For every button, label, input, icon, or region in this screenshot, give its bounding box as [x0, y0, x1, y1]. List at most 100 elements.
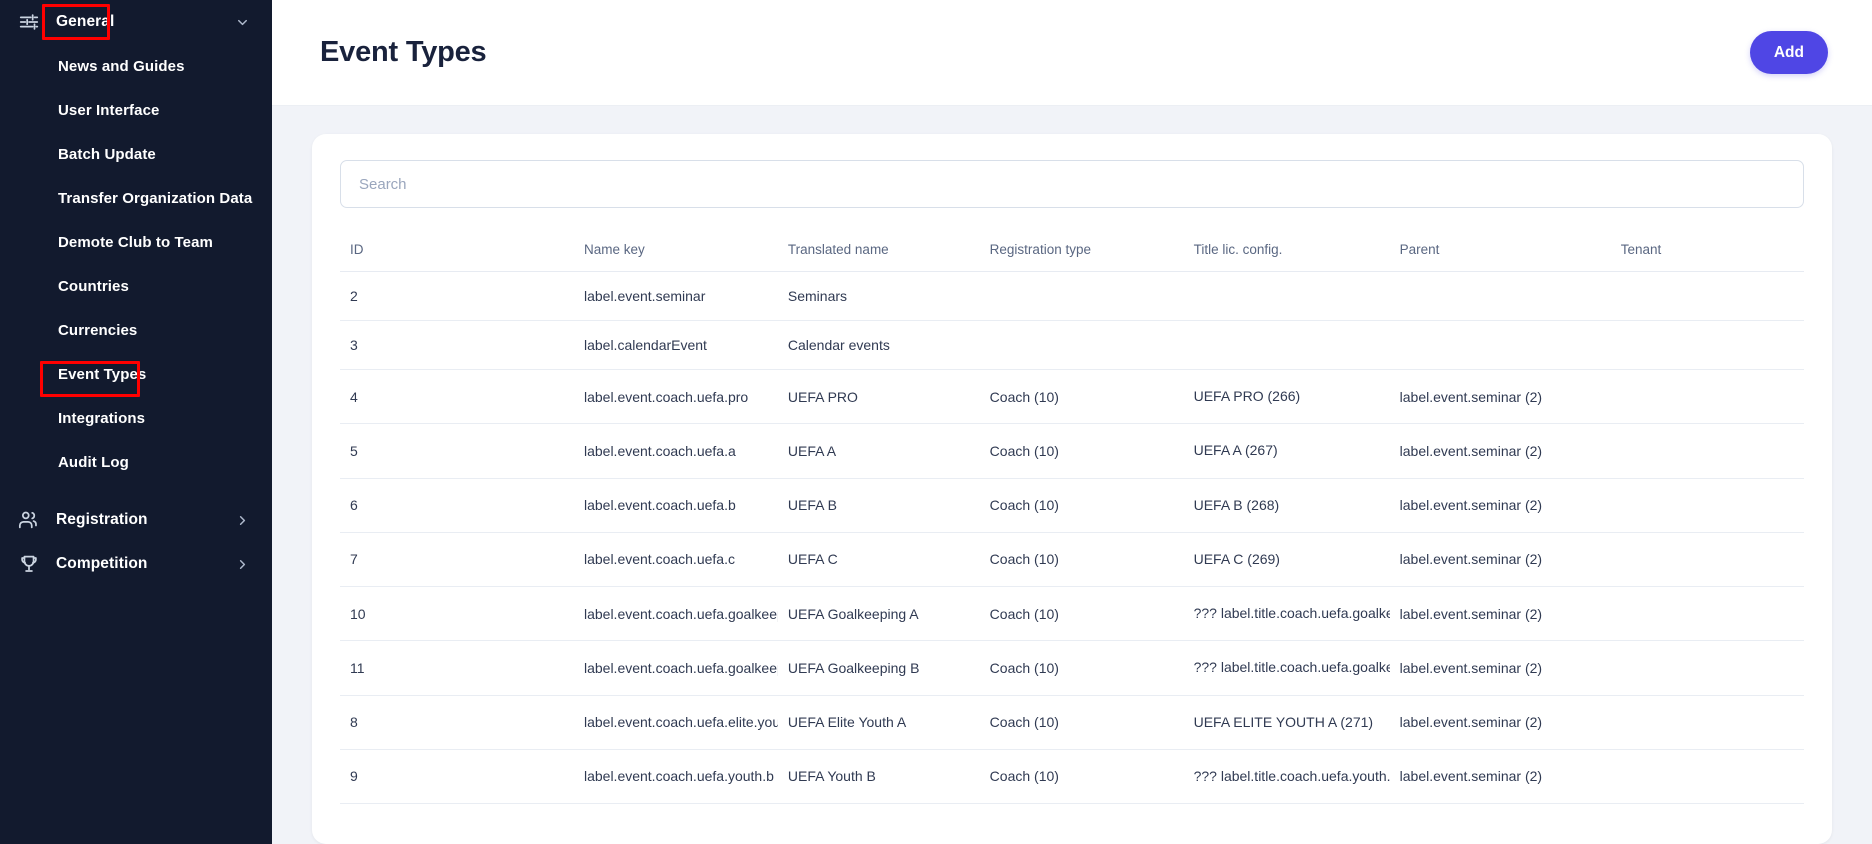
cell-id: 11: [340, 641, 574, 695]
cell-name-key: label.event.coach.uefa.pro: [574, 370, 778, 424]
table-row[interactable]: 9 label.event.coach.uefa.youth.b UEFA Yo…: [340, 749, 1804, 803]
event-types-table: ID Name key Translated name Registration…: [340, 230, 1804, 804]
cell-tenant: [1611, 370, 1804, 424]
table-row[interactable]: 4 label.event.coach.uefa.pro UEFA PRO Co…: [340, 370, 1804, 424]
cell-tenant: [1611, 749, 1804, 803]
cell-parent: [1390, 321, 1611, 370]
cell-parent: [1390, 272, 1611, 321]
cell-parent: label.event.seminar (2): [1390, 749, 1611, 803]
cell-title-lic-config: UEFA PRO (266): [1184, 370, 1390, 424]
sidebar-item-label: Audit Log: [58, 454, 129, 471]
table-header-row: ID Name key Translated name Registration…: [340, 230, 1804, 272]
cell-tenant: [1611, 587, 1804, 641]
sidebar-item-label: Transfer Organization Data: [58, 190, 252, 207]
cell-name-key: label.event.coach.uefa.c: [574, 532, 778, 586]
cell-id: 8: [340, 695, 574, 749]
column-header-tenant[interactable]: Tenant: [1611, 230, 1804, 272]
topbar-actions: Add: [1750, 31, 1828, 74]
cell-id: 3: [340, 321, 574, 370]
cell-translated-name: Seminars: [778, 272, 980, 321]
cell-tenant: [1611, 424, 1804, 478]
cell-name-key: label.event.coach.uefa.goalkeeping.b: [574, 641, 778, 695]
cell-registration-type: Coach (10): [980, 641, 1184, 695]
cell-translated-name: UEFA A: [778, 424, 980, 478]
table-row[interactable]: 5 label.event.coach.uefa.a UEFA A Coach …: [340, 424, 1804, 478]
cell-name-key: label.event.coach.uefa.youth.b: [574, 749, 778, 803]
sidebar-item-label: Integrations: [58, 410, 145, 427]
add-button[interactable]: Add: [1750, 31, 1828, 74]
cell-registration-type: Coach (10): [980, 424, 1184, 478]
table-row[interactable]: 7 label.event.coach.uefa.c UEFA C Coach …: [340, 532, 1804, 586]
people-icon: [18, 509, 40, 531]
column-header-parent[interactable]: Parent: [1390, 230, 1611, 272]
sidebar-item-transfer-organization-data[interactable]: Transfer Organization Data: [0, 176, 272, 220]
cell-name-key: label.event.coach.uefa.goalkeeping.a: [574, 587, 778, 641]
cell-tenant: [1611, 532, 1804, 586]
sidebar-item-news-and-guides[interactable]: News and Guides: [0, 44, 272, 88]
cell-tenant: [1611, 478, 1804, 532]
sidebar-item-user-interface[interactable]: User Interface: [0, 88, 272, 132]
sidebar-item-label: Demote Club to Team: [58, 234, 213, 251]
content-area: ID Name key Translated name Registration…: [272, 106, 1872, 844]
sidebar-item-audit-log[interactable]: Audit Log: [0, 440, 272, 484]
table-row[interactable]: 6 label.event.coach.uefa.b UEFA B Coach …: [340, 478, 1804, 532]
sidebar-item-event-types[interactable]: Event Types: [0, 352, 272, 396]
chevron-down-icon[interactable]: [235, 15, 250, 30]
cell-id: 7: [340, 532, 574, 586]
search-input[interactable]: [340, 160, 1804, 208]
sidebar-item-integrations[interactable]: Integrations: [0, 396, 272, 440]
cell-title-lic-config: UEFA B (268): [1184, 478, 1390, 532]
sidebar-item-countries[interactable]: Countries: [0, 264, 272, 308]
sidebar-group-registration[interactable]: Registration: [0, 498, 272, 542]
sidebar-item-demote-club-to-team[interactable]: Demote Club to Team: [0, 220, 272, 264]
chevron-right-icon[interactable]: [235, 513, 250, 528]
table-row[interactable]: 2 label.event.seminar Seminars: [340, 272, 1804, 321]
cell-parent: label.event.seminar (2): [1390, 370, 1611, 424]
sidebar-item-label: User Interface: [58, 102, 159, 119]
sidebar-group-competition[interactable]: Competition: [0, 542, 272, 586]
cell-registration-type: Coach (10): [980, 749, 1184, 803]
cell-parent: label.event.seminar (2): [1390, 587, 1611, 641]
table-row[interactable]: 3 label.calendarEvent Calendar events: [340, 321, 1804, 370]
cell-registration-type: Coach (10): [980, 478, 1184, 532]
column-header-registration-type[interactable]: Registration type: [980, 230, 1184, 272]
cell-translated-name: Calendar events: [778, 321, 980, 370]
cell-title-lic-config: ??? label.title.coach.uefa.goalkeeping.b…: [1184, 641, 1390, 695]
cell-id: 10: [340, 587, 574, 641]
table-row[interactable]: 10 label.event.coach.uefa.goalkeeping.a …: [340, 587, 1804, 641]
chevron-right-icon[interactable]: [235, 557, 250, 572]
cell-translated-name: UEFA Goalkeeping A: [778, 587, 980, 641]
column-header-translated-name[interactable]: Translated name: [778, 230, 980, 272]
cell-tenant: [1611, 272, 1804, 321]
column-header-title-lic-config[interactable]: Title lic. config.: [1184, 230, 1390, 272]
cell-id: 4: [340, 370, 574, 424]
table-row[interactable]: 8 label.event.coach.uefa.elite.youth.a U…: [340, 695, 1804, 749]
sidebar-item-currencies[interactable]: Currencies: [0, 308, 272, 352]
sidebar-item-label: Countries: [58, 278, 129, 295]
cell-registration-type: Coach (10): [980, 370, 1184, 424]
cell-tenant: [1611, 695, 1804, 749]
cell-parent: label.event.seminar (2): [1390, 641, 1611, 695]
sidebar-group-label-general: General: [56, 13, 114, 31]
cell-title-lic-config: ??? label.title.coach.uefa.goalkeeping.a…: [1184, 587, 1390, 641]
column-header-name-key[interactable]: Name key: [574, 230, 778, 272]
topbar: Event Types Add: [272, 0, 1872, 106]
table-row[interactable]: 11 label.event.coach.uefa.goalkeeping.b …: [340, 641, 1804, 695]
cell-tenant: [1611, 641, 1804, 695]
sidebar-group-label-registration: Registration: [56, 511, 148, 529]
cell-title-lic-config: ??? label.title.coach.uefa.youth.b??? (2…: [1184, 749, 1390, 803]
cell-translated-name: UEFA Goalkeeping B: [778, 641, 980, 695]
cell-tenant: [1611, 321, 1804, 370]
cell-id: 6: [340, 478, 574, 532]
sidebar-group-general[interactable]: General: [0, 0, 272, 44]
cell-name-key: label.calendarEvent: [574, 321, 778, 370]
cell-translated-name: UEFA C: [778, 532, 980, 586]
cell-title-lic-config: UEFA A (267): [1184, 424, 1390, 478]
sidebar-item-label: News and Guides: [58, 58, 185, 75]
sidebar-item-batch-update[interactable]: Batch Update: [0, 132, 272, 176]
main-area: Event Types Add ID N: [272, 0, 1872, 844]
cell-id: 9: [340, 749, 574, 803]
sidebar-item-label: Event Types: [58, 366, 146, 383]
column-header-id[interactable]: ID: [340, 230, 574, 272]
cell-id: 2: [340, 272, 574, 321]
